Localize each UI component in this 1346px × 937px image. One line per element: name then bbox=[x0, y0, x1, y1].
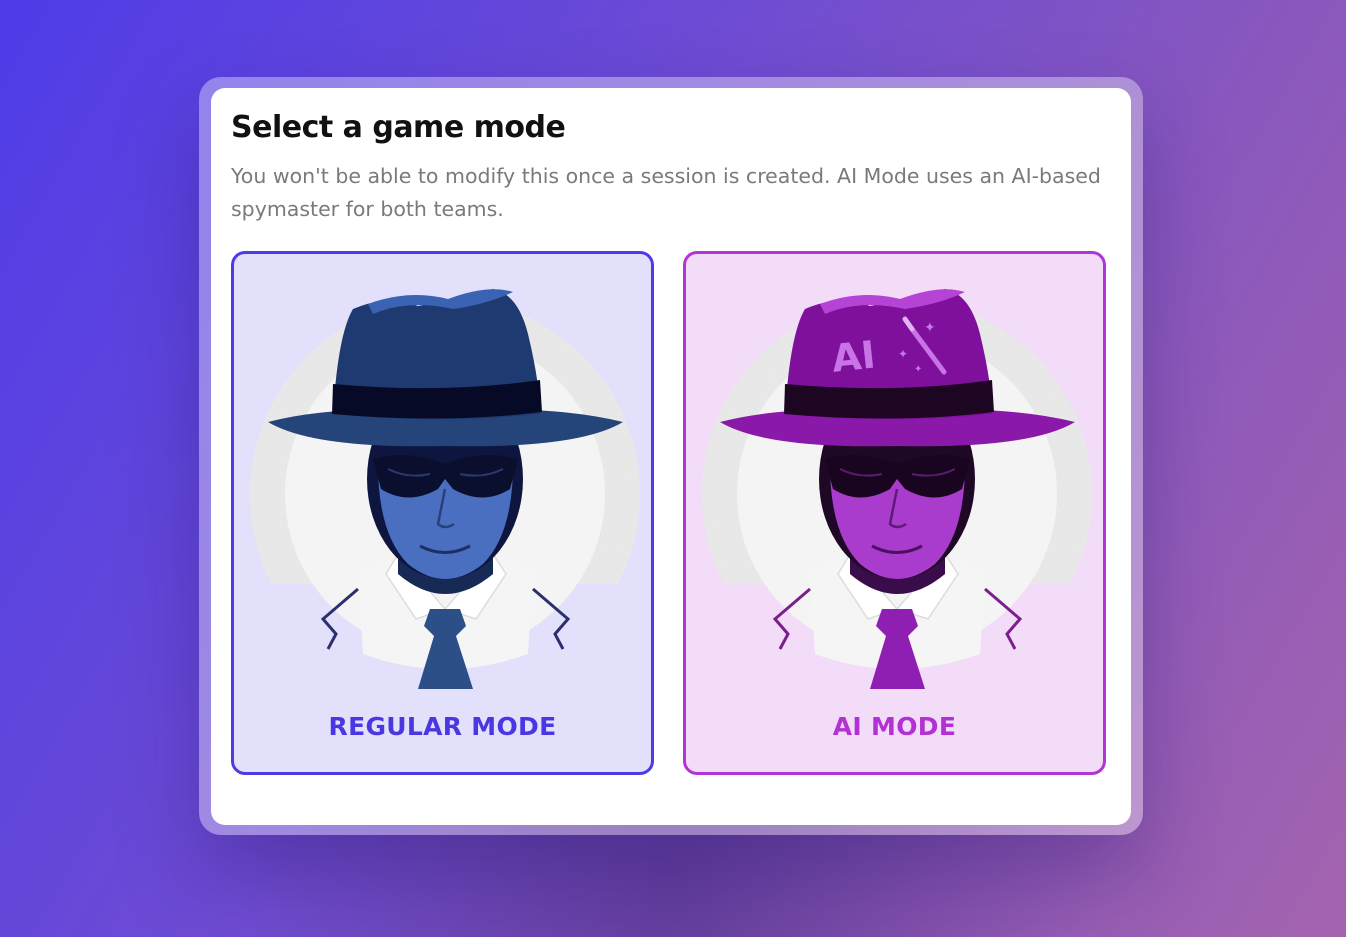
ai-mode-label: AI MODE bbox=[832, 712, 957, 741]
dialog-title: Select a game mode bbox=[231, 110, 566, 145]
ai-mode-card[interactable]: AI ✦ ✦ ✦ AI MODE bbox=[683, 251, 1106, 775]
svg-text:✦: ✦ bbox=[914, 364, 922, 375]
regular-mode-card[interactable]: REGULAR MODE bbox=[231, 251, 654, 775]
ai-spy-illustration-icon: AI ✦ ✦ ✦ bbox=[702, 289, 1092, 689]
game-mode-dialog: Select a game mode You won't be able to … bbox=[211, 88, 1131, 825]
regular-mode-label: REGULAR MODE bbox=[328, 712, 557, 741]
svg-text:✦: ✦ bbox=[898, 347, 908, 361]
svg-text:✦: ✦ bbox=[924, 320, 936, 336]
dialog-frame: Select a game mode You won't be able to … bbox=[199, 77, 1143, 835]
hat-ai-text: AI bbox=[830, 332, 878, 380]
dialog-description: You won't be able to modify this once a … bbox=[231, 164, 1101, 221]
spy-illustration-icon bbox=[250, 289, 640, 689]
